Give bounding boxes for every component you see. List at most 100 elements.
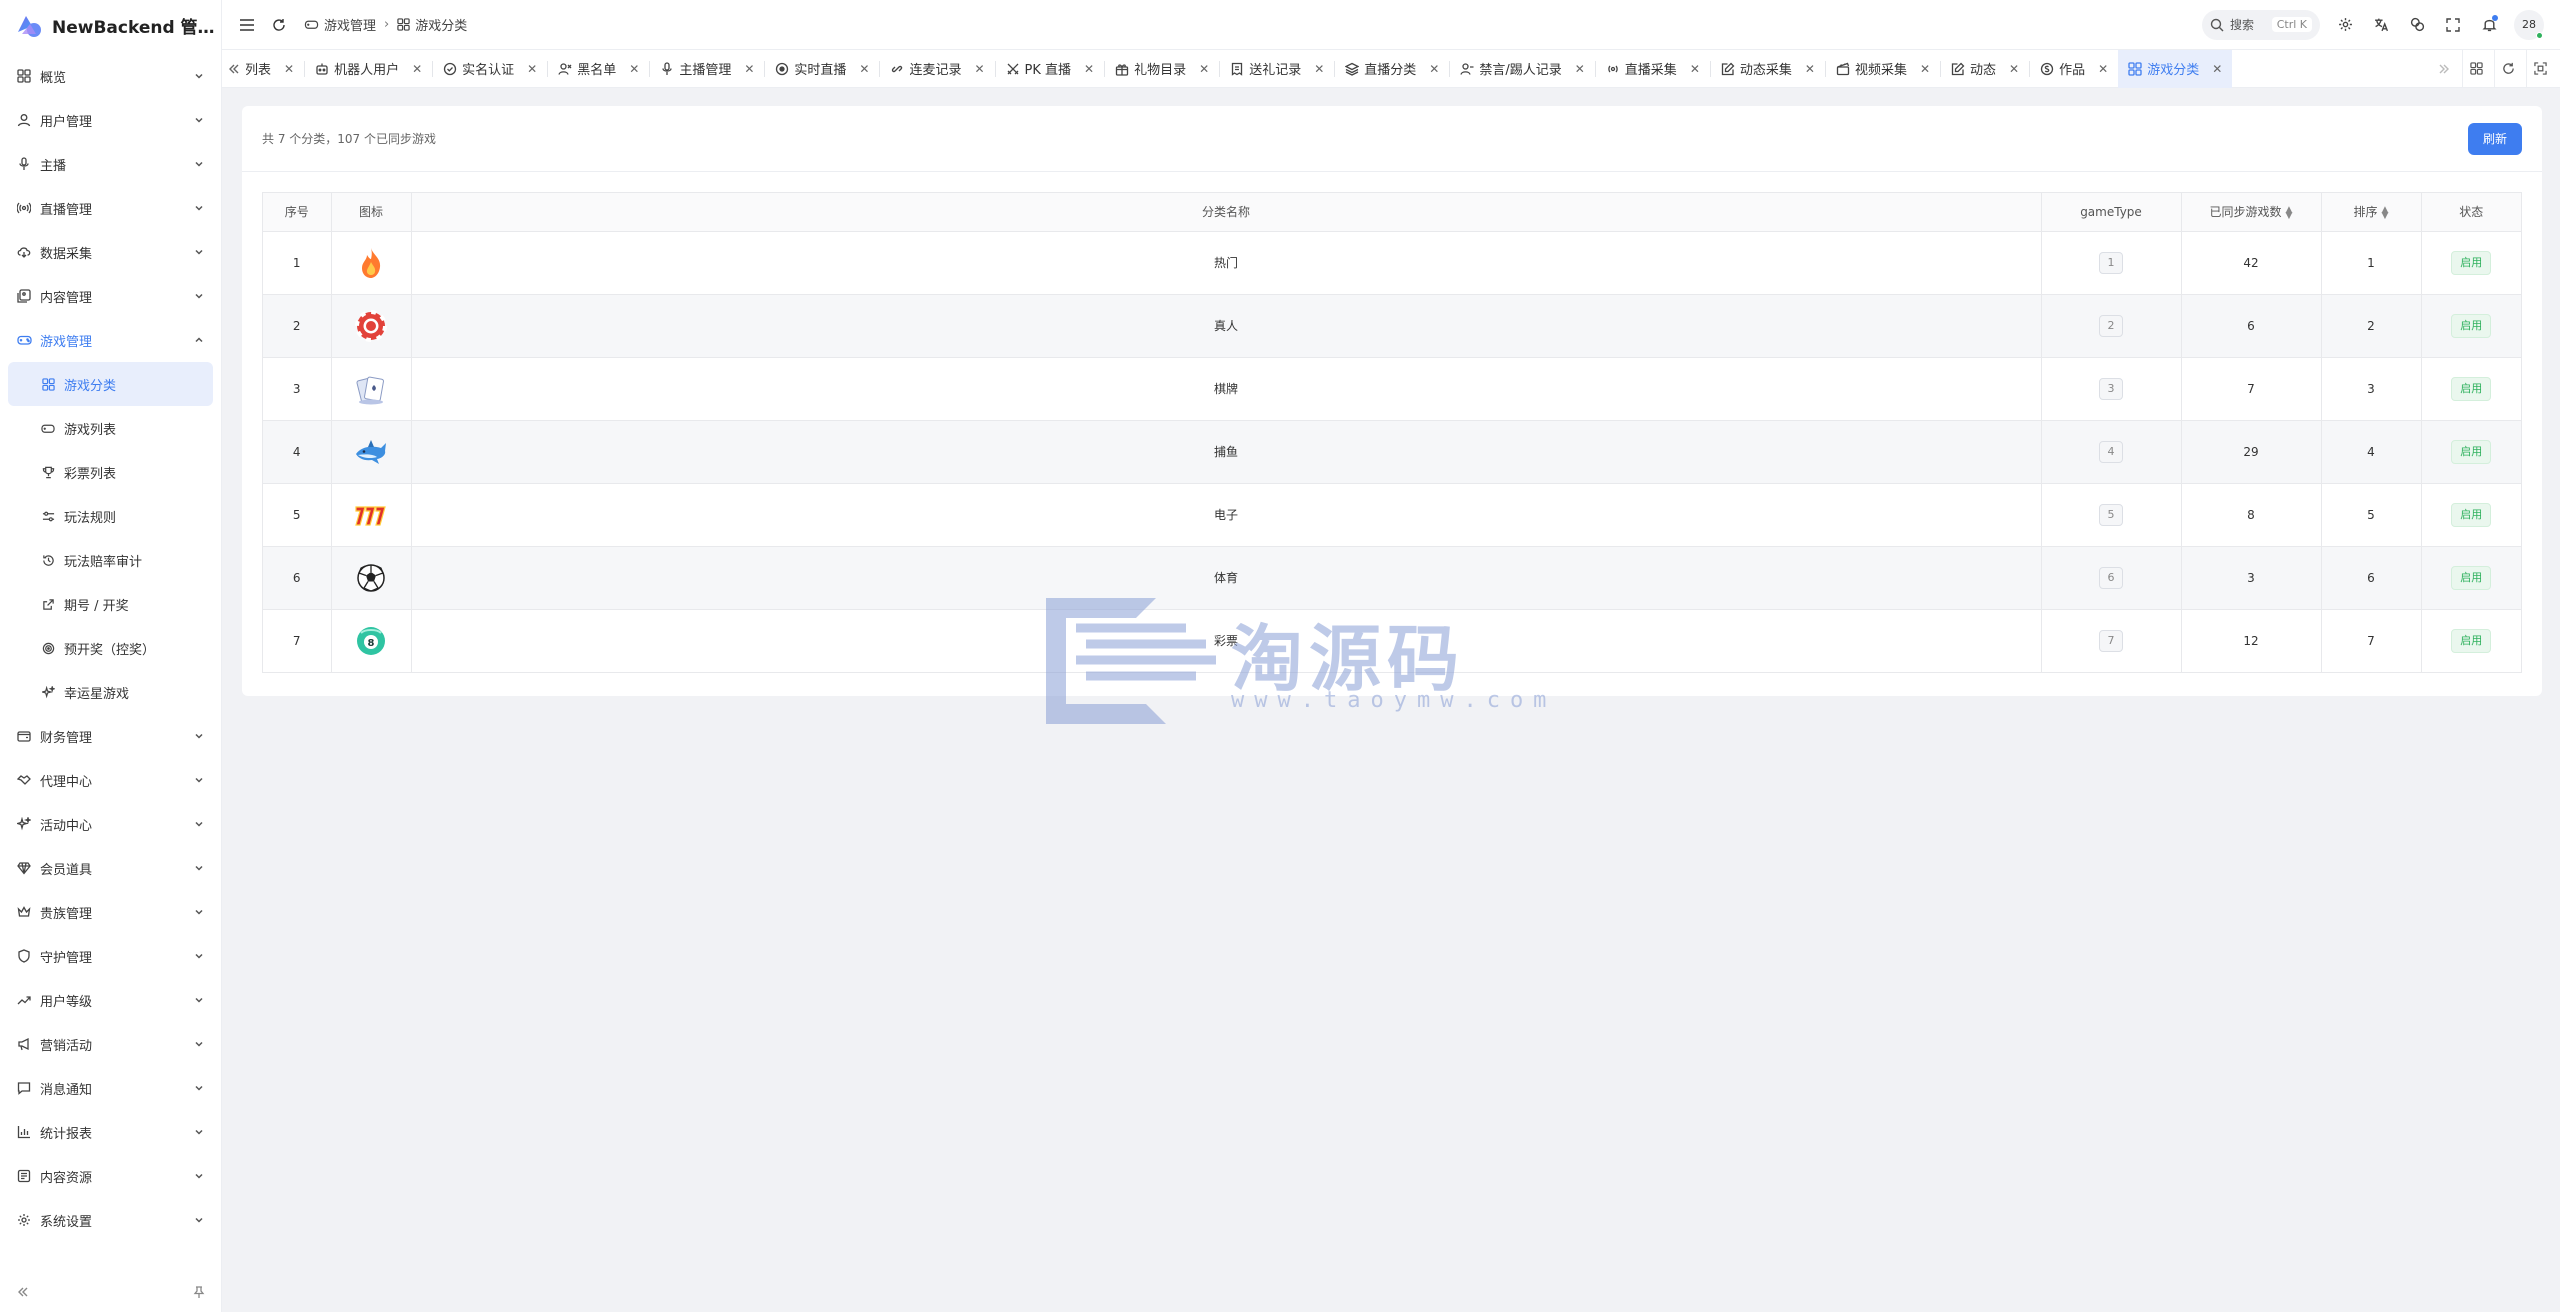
sidebar-item-reports[interactable]: 统计报表	[0, 1110, 221, 1154]
tab-real-name[interactable]: 实名认证 ✕	[433, 50, 547, 88]
refresh-button[interactable]: 刷新	[2467, 122, 2522, 155]
wallet-icon	[16, 728, 32, 744]
close-icon[interactable]: ✕	[744, 62, 754, 76]
sidebar-item-users[interactable]: 用户管理	[0, 98, 221, 142]
cell-icon	[331, 357, 412, 421]
sidebar-item-content[interactable]: 内容管理	[0, 274, 221, 318]
global-search[interactable]: 搜索 Ctrl K	[2202, 9, 2320, 40]
tabs-refresh-icon[interactable]	[2494, 49, 2522, 88]
sidebar-footer	[0, 1272, 222, 1312]
fullscreen-icon[interactable]	[2442, 14, 2464, 36]
close-icon[interactable]: ✕	[1429, 62, 1439, 76]
close-icon[interactable]: ✕	[284, 62, 294, 76]
tab-pk-live[interactable]: PK 直播 ✕	[996, 50, 1105, 88]
tab-video-collection[interactable]: 视频采集 ✕	[1826, 50, 1940, 88]
tab-robot-users[interactable]: 机器人用户 ✕	[305, 50, 432, 88]
settings-gear-icon[interactable]	[2334, 14, 2356, 36]
sidebar-subitem-game-list[interactable]: 游戏列表	[0, 406, 221, 450]
sidebar-subitem-draws[interactable]: 期号 / 开奖	[0, 582, 221, 626]
tab-mute-kick-records[interactable]: 禁言/踢人记录 ✕	[1450, 50, 1594, 88]
close-icon[interactable]: ✕	[1920, 62, 1930, 76]
sidebar-subitem-game-categories[interactable]: 游戏分类	[8, 362, 213, 406]
tab-live-now[interactable]: 实时直播 ✕	[765, 50, 879, 88]
tab-moment-collection[interactable]: 动态采集 ✕	[1711, 50, 1825, 88]
tab-live-collection[interactable]: 直播采集 ✕	[1596, 50, 1710, 88]
sidebar-item-agents[interactable]: 代理中心	[0, 758, 221, 802]
close-icon[interactable]: ✕	[2098, 62, 2108, 76]
app-logo[interactable]: NewBackend 管理系统	[0, 0, 221, 50]
sidebar-item-live[interactable]: 直播管理	[0, 186, 221, 230]
tab-gift-catalog[interactable]: 礼物目录 ✕	[1105, 50, 1219, 88]
game-categories-card: 共 7 个分类，107 个已同步游戏 刷新 序号 图标 分类名称 gameTyp…	[242, 106, 2542, 696]
sidebar-item-user-levels[interactable]: 用户等级	[0, 978, 221, 1022]
sidebar-item-anchors[interactable]: 主播	[0, 142, 221, 186]
sidebar-item-activities[interactable]: 活动中心	[0, 802, 221, 846]
tab-co-host-records[interactable]: 连麦记录 ✕	[880, 50, 994, 88]
sidebar-item-guardians[interactable]: 守护管理	[0, 934, 221, 978]
close-icon[interactable]: ✕	[1199, 62, 1209, 76]
close-icon[interactable]: ✕	[1575, 62, 1585, 76]
sidebar-item-resources[interactable]: 内容资源	[0, 1154, 221, 1198]
sidebar-item-label: 游戏管理	[40, 334, 93, 350]
tab-moments[interactable]: 动态 ✕	[1941, 50, 2029, 88]
sidebar-subitem-lottery-list[interactable]: 彩票列表	[0, 450, 221, 494]
close-icon[interactable]: ✕	[1690, 62, 1700, 76]
status-badge: 启用	[2451, 250, 2492, 275]
sidebar-item-overview[interactable]: 概览	[0, 54, 221, 98]
tabs-scroll-right-icon[interactable]	[2430, 50, 2458, 88]
close-icon[interactable]: ✕	[2212, 62, 2222, 76]
sidebar-item-member-props[interactable]: 会员道具	[0, 846, 221, 890]
close-icon[interactable]: ✕	[859, 62, 869, 76]
tabs-scroll-left-icon[interactable]	[222, 50, 246, 88]
tab-works[interactable]: 作品 ✕	[2030, 50, 2118, 88]
theme-toggle-icon[interactable]	[2406, 14, 2428, 36]
tab-label: 机器人用户	[334, 63, 400, 78]
column-header-synced[interactable]: 已同步游戏数 ▲ ▼	[2181, 193, 2322, 232]
sidebar-item-marketing[interactable]: 营销活动	[0, 1022, 221, 1066]
sort-icon[interactable]: ▲ ▼	[2286, 205, 2293, 220]
collapse-sidebar-icon[interactable]	[16, 1285, 30, 1299]
status-badge: 启用	[2451, 628, 2492, 653]
tab-blacklist[interactable]: 黑名单 ✕	[548, 50, 649, 88]
sidebar-item-nobility[interactable]: 贵族管理	[0, 890, 221, 934]
bell-icon[interactable]	[2478, 14, 2500, 36]
close-icon[interactable]: ✕	[2009, 62, 2019, 76]
sidebar-item-messages[interactable]: 消息通知	[0, 1066, 221, 1110]
sidebar-item-data-collection[interactable]: 数据采集	[0, 230, 221, 274]
menu-toggle-icon[interactable]	[234, 12, 260, 38]
avatar[interactable]: 28	[2514, 9, 2544, 40]
chevron-down-icon	[195, 1041, 203, 1047]
chevron-down-icon	[195, 161, 203, 167]
close-icon[interactable]: ✕	[1314, 62, 1324, 76]
close-icon[interactable]: ✕	[629, 62, 639, 76]
cell-synced: 42	[2181, 231, 2322, 295]
tab-user-list[interactable]: 户列表 ✕	[246, 50, 304, 88]
tab-live-categories[interactable]: 直播分类 ✕	[1335, 50, 1449, 88]
sidebar-item-games[interactable]: 游戏管理	[0, 318, 221, 362]
breadcrumb-item-games[interactable]: 游戏管理	[304, 15, 376, 34]
close-icon[interactable]: ✕	[974, 62, 984, 76]
pin-icon[interactable]	[192, 1285, 206, 1299]
close-icon[interactable]: ✕	[527, 62, 537, 76]
reload-icon[interactable]	[266, 12, 292, 38]
column-header-sort[interactable]: 排序 ▲ ▼	[2321, 193, 2422, 232]
sort-icon[interactable]: ▲ ▼	[2382, 205, 2389, 220]
tab-gift-records[interactable]: 送礼记录 ✕	[1220, 50, 1334, 88]
sidebar-subitem-play-rules[interactable]: 玩法规则	[0, 494, 221, 538]
tabs-grid-icon[interactable]	[2462, 49, 2490, 88]
translate-icon[interactable]	[2370, 14, 2392, 36]
table-header-row: 序号 图标 分类名称 gameType 已同步游戏数 ▲ ▼ 排序 ▲ ▼ 状态	[263, 193, 2521, 232]
tab-anchor-management[interactable]: 主播管理 ✕	[650, 50, 764, 88]
sidebar-subitem-odds-audit[interactable]: 玩法赔率审计	[0, 538, 221, 582]
sidebar-subitem-pre-draw[interactable]: 预开奖（控奖）	[0, 626, 221, 670]
close-icon[interactable]: ✕	[1805, 62, 1815, 76]
close-icon[interactable]: ✕	[1084, 62, 1094, 76]
avatar-text: 28	[2522, 18, 2536, 31]
tab-game-categories[interactable]: 游戏分类 ✕	[2118, 49, 2233, 88]
sidebar-item-settings[interactable]: 系统设置	[0, 1198, 221, 1242]
sidebar-subitem-lucky-star[interactable]: 幸运星游戏	[0, 670, 221, 714]
record-icon	[776, 62, 789, 75]
close-icon[interactable]: ✕	[412, 62, 422, 76]
tabs-maximize-icon[interactable]	[2526, 49, 2554, 88]
sidebar-item-finance[interactable]: 财务管理	[0, 714, 221, 758]
